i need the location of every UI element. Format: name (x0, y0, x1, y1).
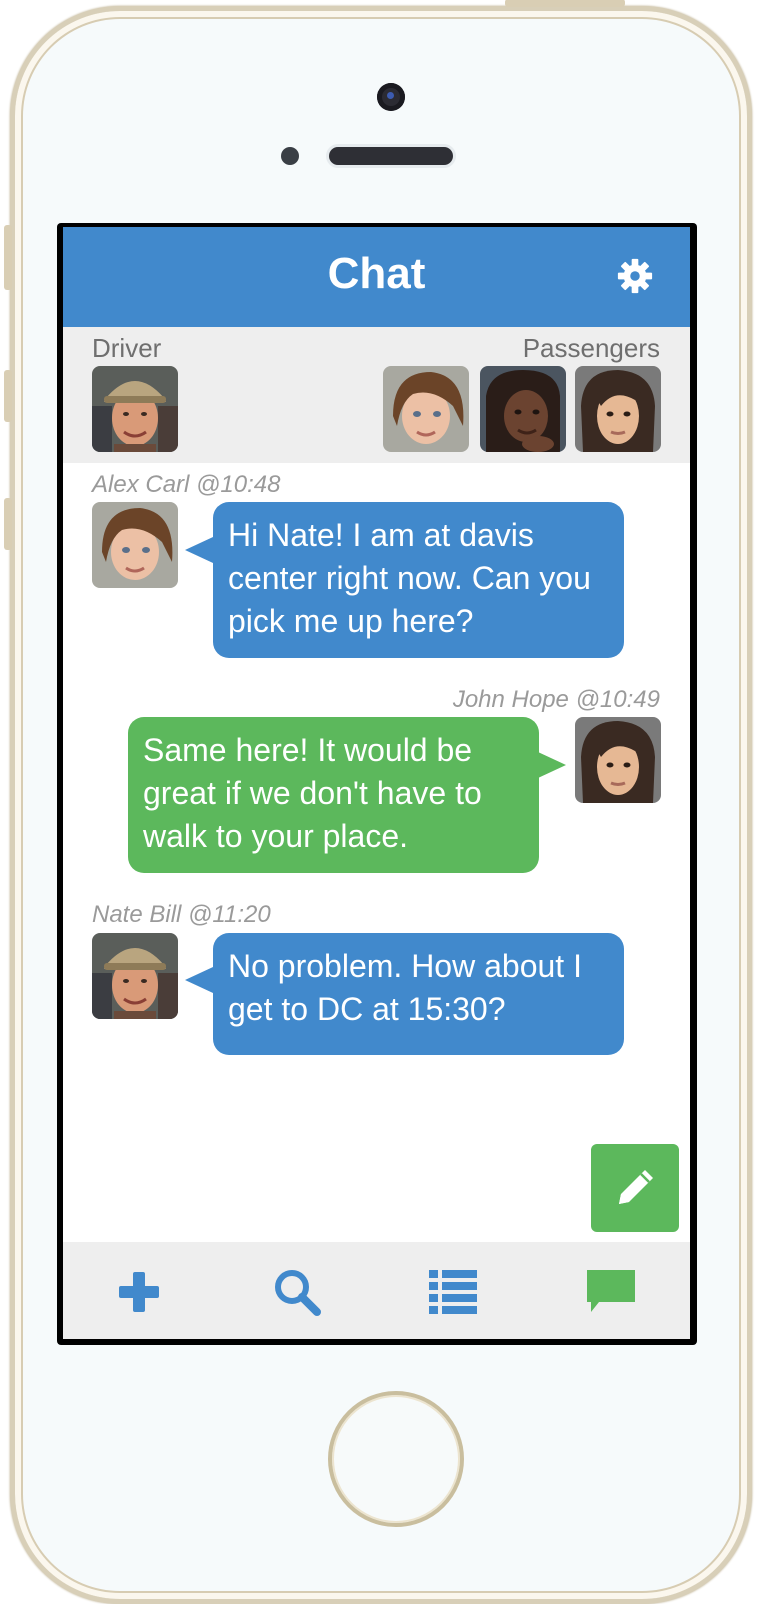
passengers-label: Passengers (522, 333, 660, 363)
nav-bar: Chat (63, 227, 690, 327)
volume-up-button (4, 370, 12, 422)
bubble-tail (185, 967, 213, 993)
message-bubble[interactable]: Same here! It would be great if we don't… (128, 717, 539, 873)
page-title: Chat (327, 249, 426, 298)
plus-icon[interactable] (111, 1264, 167, 1320)
message-avatar[interactable] (92, 502, 178, 588)
message-meta: Nate Bill @11:20 (92, 901, 271, 928)
message-bubble[interactable]: No problem. How about I get to DC at 15:… (213, 933, 624, 1055)
chat-icon[interactable] (583, 1264, 639, 1320)
pencil-icon (619, 1170, 653, 1204)
passenger-avatar-john[interactable] (575, 366, 661, 452)
mute-switch (4, 225, 12, 290)
compose-button[interactable] (591, 1144, 679, 1232)
volume-down-button (4, 498, 12, 550)
sleep-button (505, 0, 625, 7)
search-icon[interactable] (269, 1264, 325, 1320)
passenger-avatar-2[interactable] (480, 366, 566, 452)
message-meta: John Hope @10:49 (452, 686, 660, 713)
front-camera (377, 83, 405, 111)
home-button[interactable] (328, 1391, 464, 1527)
tab-bar (63, 1242, 690, 1339)
message-meta: Alex Carl @10:48 (92, 471, 281, 498)
riders-strip: Driver Passengers (63, 327, 690, 463)
bubble-tail (538, 752, 566, 778)
bubble-tail (185, 537, 213, 563)
proximity-sensor (281, 147, 299, 165)
list-icon[interactable] (425, 1264, 481, 1320)
driver-label: Driver (92, 333, 162, 363)
app-display: Chat Driver Passengers Alex Carl @10:48 … (63, 227, 690, 1339)
message-bubble[interactable]: Hi Nate! I am at davis center right now.… (213, 502, 624, 658)
passenger-avatar-alex[interactable] (383, 366, 469, 452)
message-avatar[interactable] (575, 717, 661, 803)
gear-icon[interactable] (616, 257, 654, 295)
message-avatar[interactable] (92, 933, 178, 1019)
screen: Chat Driver Passengers Alex Carl @10:48 … (57, 223, 697, 1345)
driver-avatar[interactable] (92, 366, 178, 452)
earpiece-speaker (329, 147, 453, 165)
